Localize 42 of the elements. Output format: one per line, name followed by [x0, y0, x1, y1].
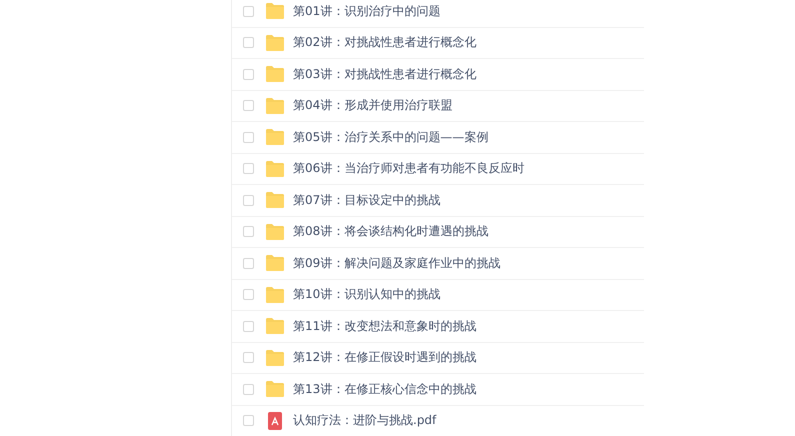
checkbox[interactable]	[243, 194, 254, 206]
folder-name[interactable]: 第08讲：将会谈结构化时遭遇的挑战	[293, 223, 488, 240]
folder-icon	[266, 3, 284, 20]
checkbox[interactable]	[243, 68, 254, 80]
folder-name[interactable]: 第07讲：目标设定中的挑战	[293, 192, 440, 209]
folder-icon	[266, 350, 284, 366]
checkbox[interactable]	[243, 384, 254, 395]
folder-icon	[266, 66, 284, 82]
folder-name[interactable]: 第01讲：识别治疗中的问题	[293, 2, 440, 20]
folder-name[interactable]: 第02讲：对挑战性患者进行概念化	[293, 34, 476, 52]
checkbox[interactable]	[243, 132, 254, 143]
folder-icon	[266, 255, 284, 272]
folder-name[interactable]: 第12讲：在修正假设时遇到的挑战	[293, 349, 476, 366]
folder-icon	[266, 381, 284, 398]
folder-name[interactable]: 第05讲：治疗关系中的问题——案例	[293, 128, 488, 146]
folder-icon	[266, 34, 284, 51]
checkbox[interactable]	[243, 163, 254, 174]
folder-name[interactable]: 第09讲：解决问题及家庭作业中的挑战	[293, 254, 500, 272]
checkbox[interactable]	[243, 6, 254, 17]
checkbox[interactable]	[243, 352, 254, 364]
pdf-file-icon	[268, 412, 282, 430]
folder-icon	[266, 286, 284, 303]
checkbox[interactable]	[243, 258, 254, 269]
folder-icon	[266, 192, 284, 208]
folder-name[interactable]: 第11讲：改变想法和意象时的挑战	[293, 318, 476, 335]
file-name[interactable]: 认知疗法：进阶与挑战.pdf	[293, 412, 436, 430]
folder-icon	[266, 98, 284, 114]
folder-name[interactable]: 第10讲：识别认知中的挑战	[293, 286, 440, 304]
checkbox[interactable]	[243, 37, 254, 48]
folder-icon	[266, 224, 284, 240]
checkbox[interactable]	[243, 100, 254, 112]
checkbox[interactable]	[243, 226, 254, 238]
folder-icon	[266, 129, 284, 146]
folder-name[interactable]: 第04讲：形成并使用治疗联盟	[293, 97, 452, 114]
folder-name[interactable]: 第06讲：当治疗师对患者有功能不良反应时	[293, 160, 524, 178]
folder-icon	[266, 318, 284, 334]
checkbox[interactable]	[243, 415, 254, 426]
checkbox[interactable]	[243, 289, 254, 300]
checkbox[interactable]	[243, 320, 254, 332]
folder-name[interactable]: 第03讲：对挑战性患者进行概念化	[293, 66, 476, 83]
folder-name[interactable]: 第13讲：在修正核心信念中的挑战	[293, 380, 476, 398]
folder-icon	[266, 160, 284, 177]
